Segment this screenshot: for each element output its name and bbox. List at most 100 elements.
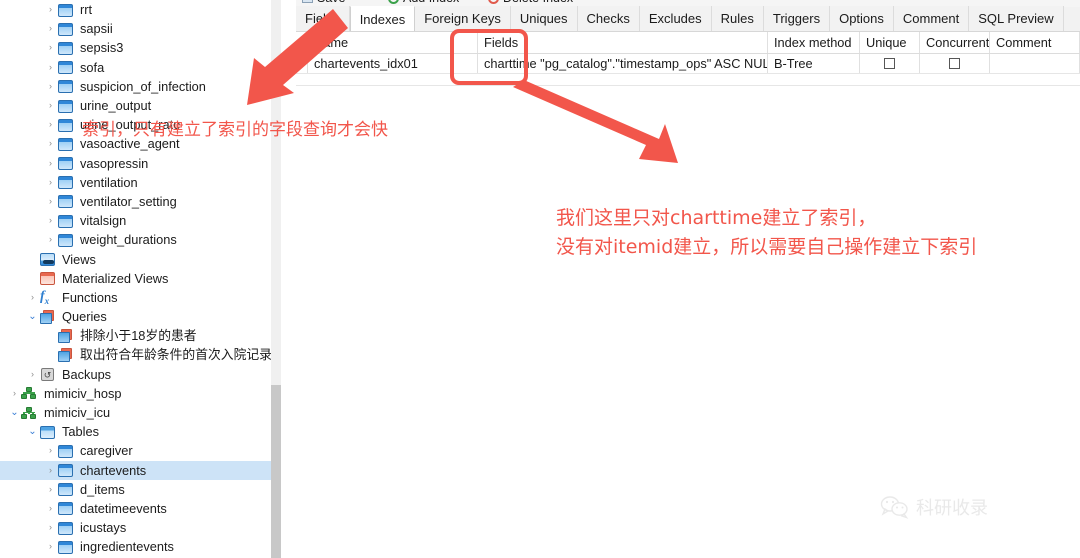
- indexes-grid-body[interactable]: ▶ chartevents_idx01 charttime "pg_catalog"…: [296, 54, 1080, 74]
- tree-item-vasopressin[interactable]: › vasopressin: [0, 154, 281, 173]
- grid-cell-fields[interactable]: charttime "pg_catalog"."timestamp_ops" A…: [478, 54, 768, 73]
- sidebar-scrollbar[interactable]: [271, 0, 281, 558]
- tree-item-ingredientevents[interactable]: › ingredientevents: [0, 537, 281, 556]
- tab-triggers[interactable]: Triggers: [763, 6, 831, 31]
- editor-tab-strip[interactable]: Fields Indexes Foreign Keys Uniques Checks Ex…: [296, 6, 1080, 32]
- chevron-down-icon[interactable]: ⌄: [26, 311, 39, 322]
- grid-column-header-index-method[interactable]: Index method: [768, 32, 860, 53]
- tab-uniques[interactable]: Uniques: [510, 6, 578, 31]
- chevron-right-icon[interactable]: ›: [44, 101, 57, 110]
- unique-checkbox[interactable]: [884, 58, 895, 69]
- chevron-right-icon[interactable]: ›: [44, 62, 57, 72]
- chevron-right-icon[interactable]: ›: [44, 5, 57, 14]
- chevron-right-icon[interactable]: ›: [26, 292, 39, 302]
- function-icon: fx: [40, 289, 50, 307]
- tree-item-materialized-views[interactable]: Materialized Views: [0, 269, 281, 288]
- tree-item-suspicion_of_infection[interactable]: › suspicion_of_infection: [0, 77, 281, 96]
- tree-item-weight_durations[interactable]: › weight_durations: [0, 230, 281, 249]
- tree-item-sepsis3[interactable]: › sepsis3: [0, 38, 281, 57]
- tree-item-caregiver[interactable]: › caregiver: [0, 441, 281, 460]
- tree-item-datetimeevents[interactable]: › datetimeevents: [0, 499, 281, 518]
- grid-cell-unique[interactable]: [860, 54, 920, 73]
- tree-item-mimiciv_hosp[interactable]: › mimiciv_hosp: [0, 384, 281, 403]
- tab-options[interactable]: Options: [830, 6, 894, 31]
- tree-item-views[interactable]: Views: [0, 249, 281, 268]
- tab-fields[interactable]: Fields: [296, 6, 350, 31]
- tab-foreign-keys[interactable]: Foreign Keys: [415, 6, 511, 31]
- table-row[interactable]: ▶ chartevents_idx01 charttime "pg_catalog"…: [296, 54, 1080, 74]
- save-button[interactable]: Save: [302, 0, 346, 5]
- tab-sql-preview[interactable]: SQL Preview: [969, 6, 1064, 31]
- chevron-right-icon[interactable]: ›: [44, 216, 57, 225]
- tree-item-label: urine_output: [80, 98, 152, 114]
- tree-item--[interactable]: 取出符合年龄条件的首次入院记录: [0, 345, 281, 364]
- tree-item-ventilator_setting[interactable]: › ventilator_setting: [0, 192, 281, 211]
- tab-rules[interactable]: Rules: [711, 6, 764, 31]
- chevron-right-icon[interactable]: ›: [44, 196, 57, 206]
- tree-item-rrt[interactable]: › rrt: [0, 0, 281, 19]
- chevron-right-icon[interactable]: ›: [44, 139, 57, 148]
- indexes-grid[interactable]: Name Fields Index method Unique Concurrentl C…: [296, 32, 1080, 558]
- concurrently-checkbox[interactable]: [949, 58, 960, 69]
- grid-cell-index-method[interactable]: B-Tree: [768, 54, 860, 73]
- tree-item-vitalsign[interactable]: › vitalsign: [0, 211, 281, 230]
- tree-list[interactable]: › rrt › sapsii › sepsis3 › sofa › suspicion_of_in…: [0, 0, 281, 558]
- chevron-right-icon[interactable]: ›: [44, 24, 57, 33]
- tab-indexes[interactable]: Indexes: [349, 6, 416, 31]
- database-navigator-tree[interactable]: › rrt › sapsii › sepsis3 › sofa › suspicion_of_in…: [0, 0, 281, 558]
- tables-icon: [39, 425, 57, 439]
- delete-index-button[interactable]: Delete Index: [488, 0, 573, 5]
- chevron-right-icon[interactable]: ›: [44, 120, 57, 129]
- grid-column-header-name[interactable]: Name: [308, 32, 478, 53]
- chevron-right-icon[interactable]: ›: [44, 542, 57, 551]
- tree-item-urine_output[interactable]: › urine_output: [0, 96, 281, 115]
- chevron-right-icon[interactable]: ›: [26, 369, 39, 379]
- chevron-right-icon[interactable]: ›: [44, 177, 57, 187]
- tree-item-vasoactive_agent[interactable]: › vasoactive_agent: [0, 134, 281, 153]
- grid-column-header-concurrentl[interactable]: Concurrentl: [920, 32, 990, 53]
- tree-item-label: Backups: [62, 366, 112, 382]
- tree-item-functions[interactable]: › fx Functions: [0, 288, 281, 307]
- tree-item-sapsii[interactable]: › sapsii: [0, 19, 281, 38]
- grid-cell-concurrently[interactable]: [920, 54, 990, 73]
- add-index-button-label: Add Index: [403, 0, 459, 5]
- chevron-right-icon[interactable]: ›: [44, 446, 57, 455]
- grid-column-header-fields[interactable]: Fields: [478, 32, 768, 53]
- tree-item-icustays[interactable]: › icustays: [0, 518, 281, 537]
- chevron-right-icon[interactable]: ›: [44, 523, 57, 532]
- delete-circle-icon: [488, 0, 499, 4]
- chevron-right-icon[interactable]: ›: [44, 43, 57, 52]
- grid-column-header-label: Concurrentl: [926, 35, 990, 50]
- tree-item-urine_output_rate[interactable]: › urine_output_rate: [0, 115, 281, 134]
- tab-excludes[interactable]: Excludes: [639, 6, 712, 31]
- tree-item-backups[interactable]: › ↺ Backups: [0, 365, 281, 384]
- tree-item-sofa[interactable]: › sofa: [0, 58, 281, 77]
- chevron-down-icon[interactable]: ⌄: [8, 407, 21, 418]
- delete-index-button-label: Delete Index: [503, 0, 573, 5]
- chevron-right-icon[interactable]: ›: [44, 465, 57, 475]
- grid-column-header-comment[interactable]: Comment: [990, 32, 1080, 53]
- tree-item-mimiciv_icu[interactable]: ⌄ mimiciv_icu: [0, 403, 281, 422]
- tree-item-d_items[interactable]: › d_items: [0, 480, 281, 499]
- chevron-right-icon[interactable]: ›: [44, 81, 57, 91]
- sidebar-scrollbar-thumb[interactable]: [271, 385, 281, 558]
- grid-cell-name[interactable]: chartevents_idx01: [308, 54, 478, 73]
- chevron-right-icon[interactable]: ›: [44, 503, 57, 513]
- tree-item-queries[interactable]: ⌄ Queries: [0, 307, 281, 326]
- chevron-right-icon[interactable]: ›: [44, 484, 57, 494]
- tab-comment[interactable]: Comment: [893, 6, 970, 31]
- query-icon: [57, 328, 75, 343]
- tree-item-chartevents[interactable]: › chartevents: [0, 460, 281, 480]
- table-icon: [57, 194, 75, 209]
- tree-item--18-[interactable]: 排除小于18岁的患者: [0, 326, 281, 345]
- tree-item-ventilation[interactable]: › ventilation: [0, 173, 281, 192]
- grid-column-header-unique[interactable]: Unique: [860, 32, 920, 53]
- chevron-right-icon[interactable]: ›: [44, 158, 57, 168]
- grid-cell-comment[interactable]: [990, 54, 1080, 73]
- add-index-button[interactable]: Add Index: [388, 0, 459, 5]
- tree-item-tables[interactable]: ⌄ Tables: [0, 422, 281, 441]
- chevron-down-icon[interactable]: ⌄: [26, 426, 39, 437]
- tab-checks[interactable]: Checks: [577, 6, 640, 31]
- chevron-right-icon[interactable]: ›: [8, 388, 21, 398]
- chevron-right-icon[interactable]: ›: [44, 235, 57, 244]
